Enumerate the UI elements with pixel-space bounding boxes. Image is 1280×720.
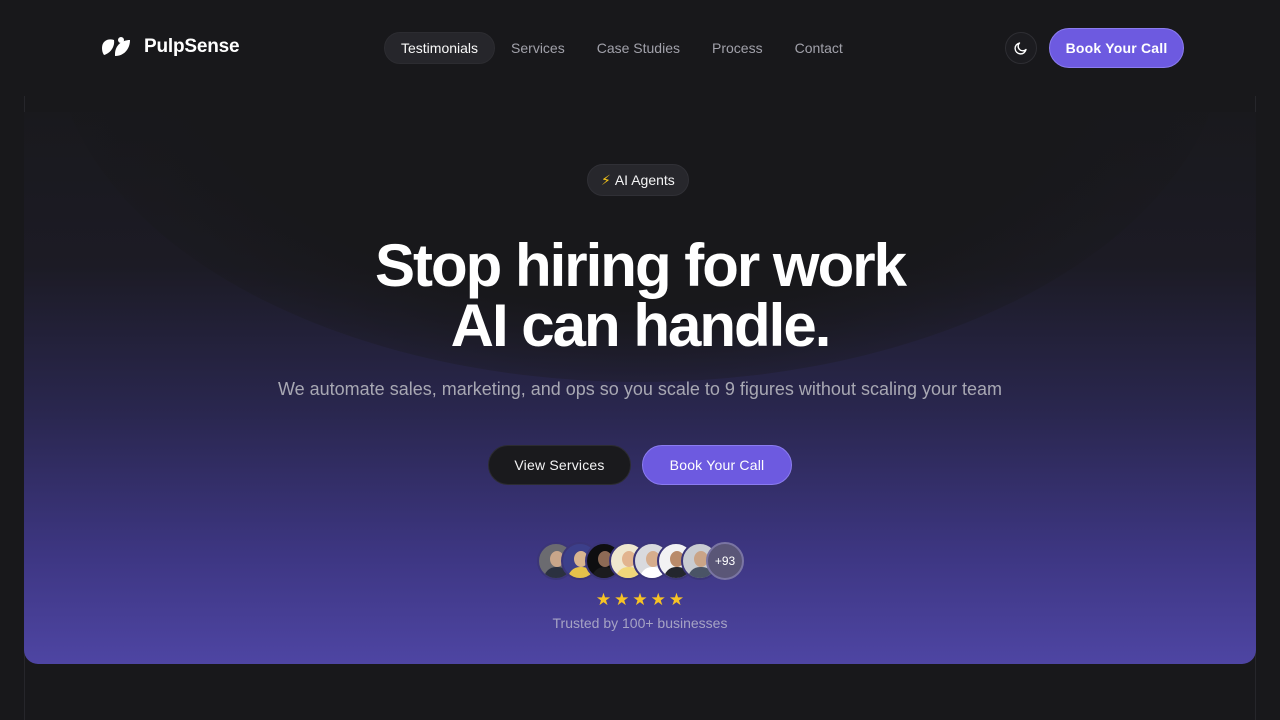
more-customers-count: +93 bbox=[706, 542, 744, 580]
star-icon: ★ bbox=[650, 590, 666, 609]
star-icon: ★ bbox=[595, 590, 612, 609]
star-icon: ★ bbox=[614, 590, 630, 609]
moon-icon bbox=[1014, 42, 1027, 55]
view-services-button[interactable]: View Services bbox=[488, 445, 631, 485]
brand-logo[interactable]: PulpSense bbox=[100, 34, 240, 60]
main-nav: Testimonials Services Case Studies Proce… bbox=[384, 32, 859, 64]
star-icon: ★ bbox=[668, 590, 685, 609]
brand-name: PulpSense bbox=[144, 36, 240, 57]
nav-item-contact[interactable]: Contact bbox=[779, 32, 859, 64]
site-header: PulpSense Testimonials Services Case Stu… bbox=[0, 0, 1280, 96]
nav-item-testimonials[interactable]: Testimonials bbox=[384, 32, 496, 64]
hero-subheadline: We automate sales, marketing, and ops so… bbox=[277, 379, 1003, 399]
hero-headline: Stop hiring for work AI can handle. bbox=[0, 236, 1280, 356]
ai-agents-badge: ⚡ AI Agents bbox=[587, 164, 689, 196]
rating-stars: ★ ★ ★ ★ ★ bbox=[0, 590, 1280, 610]
page: PulpSense Testimonials Services Case Stu… bbox=[0, 0, 1280, 720]
headline-line-2: AI can handle. bbox=[450, 292, 832, 359]
leaf-logo-icon bbox=[102, 37, 130, 56]
nav-item-services[interactable]: Services bbox=[495, 32, 581, 64]
header-book-call-button[interactable]: Book Your Call bbox=[1049, 28, 1184, 68]
star-icon: ★ bbox=[632, 590, 648, 609]
nav-item-case-studies[interactable]: Case Studies bbox=[581, 32, 696, 64]
theme-toggle-button[interactable] bbox=[1005, 32, 1037, 64]
badge-label: AI Agents bbox=[614, 172, 675, 188]
lightning-icon: ⚡ bbox=[601, 171, 611, 188]
headline-line-1: Stop hiring for work bbox=[375, 232, 907, 299]
hero-book-call-button[interactable]: Book Your Call bbox=[642, 445, 792, 485]
trusted-by-text: Trusted by 100+ businesses bbox=[552, 615, 728, 631]
nav-item-process[interactable]: Process bbox=[696, 32, 779, 64]
